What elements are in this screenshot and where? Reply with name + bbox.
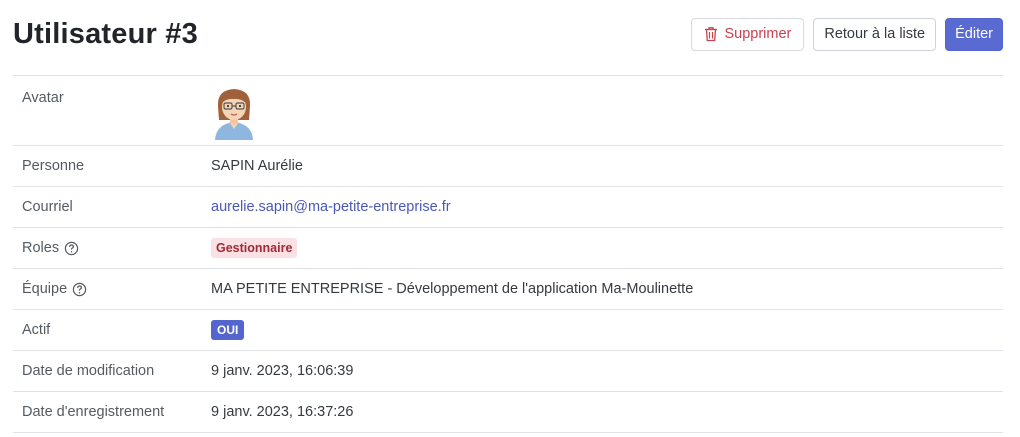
active-label: Actif <box>22 322 51 338</box>
team-label: Équipe <box>22 281 68 297</box>
person-value: SAPIN Aurélie <box>211 158 303 174</box>
detail-row-team: Équipe MA PETITE ENTREPRISE - Développem… <box>13 269 1003 310</box>
modified-value: 9 janv. 2023, 16:06:39 <box>211 363 354 379</box>
registered-value: 9 janv. 2023, 16:37:26 <box>211 404 354 420</box>
back-to-list-label: Retour à la liste <box>824 26 926 42</box>
roles-label-cell: Roles <box>13 240 211 256</box>
detail-row-roles: Roles Gestionnaire <box>13 228 1003 269</box>
page-header: Utilisateur #3 Supprimer Retour à la lis… <box>13 14 1003 54</box>
back-to-list-button[interactable]: Retour à la liste <box>813 17 937 51</box>
help-circle-icon[interactable] <box>72 282 87 297</box>
roles-label: Roles <box>22 240 60 256</box>
team-value: MA PETITE ENTREPRISE - Développement de … <box>211 281 694 297</box>
avatar-value <box>211 76 257 140</box>
help-circle-icon[interactable] <box>64 241 79 256</box>
user-details-table: Avatar Personne SAPIN Aurélie Courriel a… <box>13 75 1003 433</box>
header-actions: Supprimer Retour à la liste Éditer <box>691 17 1003 51</box>
detail-row-person: Personne SAPIN Aurélie <box>13 146 1003 187</box>
edit-button-label: Éditer <box>955 26 993 42</box>
detail-row-modified: Date de modification 9 janv. 2023, 16:06… <box>13 351 1003 392</box>
detail-row-email: Courriel aurelie.sapin@ma-petite-entrepr… <box>13 187 1003 228</box>
page-title: Utilisateur #3 <box>13 17 198 50</box>
registered-label: Date d'enregistrement <box>22 404 165 420</box>
detail-row-registered: Date d'enregistrement 9 janv. 2023, 16:3… <box>13 392 1003 433</box>
edit-button[interactable]: Éditer <box>945 17 1003 51</box>
user-detail-page: Utilisateur #3 Supprimer Retour à la lis… <box>0 0 1020 437</box>
email-label: Courriel <box>22 199 73 215</box>
delete-button-label: Supprimer <box>724 26 792 42</box>
trash-icon <box>705 27 718 42</box>
role-badge: Gestionnaire <box>211 238 298 258</box>
detail-row-active: Actif OUI <box>13 310 1003 351</box>
detail-row-avatar: Avatar <box>13 76 1003 146</box>
active-badge: OUI <box>211 320 245 340</box>
person-label: Personne <box>22 158 85 174</box>
delete-button[interactable]: Supprimer <box>691 17 805 51</box>
modified-label: Date de modification <box>22 363 155 379</box>
email-link[interactable]: aurelie.sapin@ma-petite-entreprise.fr <box>211 199 451 215</box>
avatar <box>215 89 253 140</box>
team-label-cell: Équipe <box>13 281 211 297</box>
avatar-label: Avatar <box>22 90 64 106</box>
